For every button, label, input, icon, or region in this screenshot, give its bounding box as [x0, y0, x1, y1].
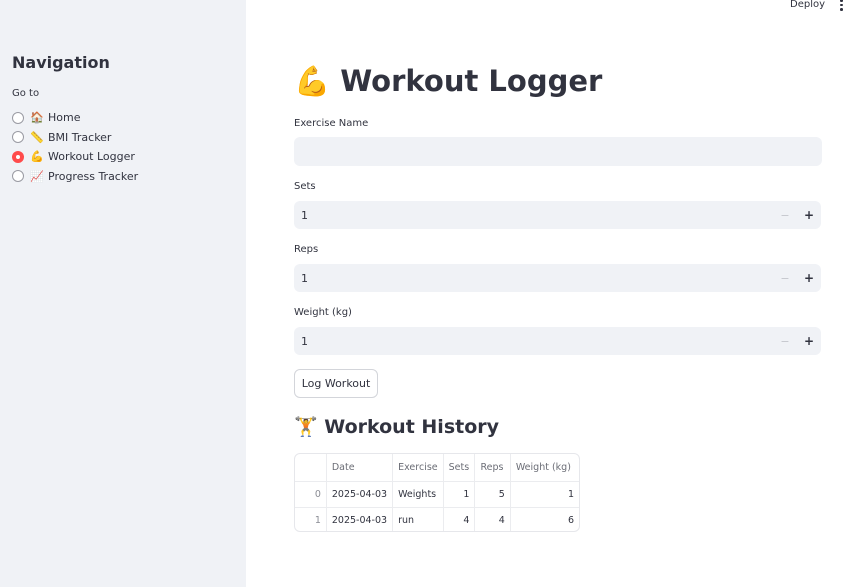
page-title: 💪 Workout Logger [294, 64, 602, 99]
cell-date[interactable]: 2025-04-03 [326, 481, 394, 508]
kebab-icon[interactable] [836, 0, 846, 12]
log-workout-button[interactable]: Log Workout [294, 369, 378, 398]
exercise-name-label: Exercise Name [294, 118, 369, 129]
cell-weight[interactable]: 1 [510, 481, 579, 508]
home-icon: 🏠 [30, 111, 44, 125]
reps-number-input[interactable]: 1 − + [294, 264, 821, 292]
weight-number-input[interactable]: 1 − + [294, 327, 821, 355]
cell-exercise[interactable]: run [392, 507, 444, 531]
reps-value[interactable]: 1 [301, 272, 773, 285]
cell-reps[interactable]: 5 [474, 481, 511, 508]
workout-history-heading: 🏋️ Workout History [294, 415, 499, 438]
radio-button[interactable] [12, 131, 24, 144]
navigation-radio-group: 🏠 Home 📏 BMI Tracker 💪 Workout Logger 📈 … [12, 108, 138, 186]
row-index: 0 [295, 481, 327, 508]
nav-option-bmi-tracker[interactable]: 📏 BMI Tracker [12, 128, 138, 148]
cell-weight[interactable]: 6 [510, 507, 579, 531]
increment-button[interactable]: + [797, 208, 821, 222]
nav-option-progress-tracker[interactable]: 📈 Progress Tracker [12, 167, 138, 187]
page-title-text: Workout Logger [340, 64, 603, 98]
radio-button[interactable] [12, 170, 24, 183]
sets-number-input[interactable]: 1 − + [294, 201, 821, 229]
flexed-biceps-icon: 💪 [294, 64, 331, 98]
table-header-row: Date Exercise Sets Reps Weight (kg) [295, 454, 579, 482]
workout-history-table[interactable]: Date Exercise Sets Reps Weight (kg) 0 20… [294, 453, 580, 532]
sidebar: Navigation Go to 🏠 Home 📏 BMI Tracker 💪 … [0, 0, 246, 587]
table-row: 1 2025-04-03 run 4 4 6 [295, 507, 579, 531]
weight-label: Weight (kg) [294, 307, 352, 318]
radio-button-selected[interactable] [12, 150, 24, 163]
decrement-button[interactable]: − [773, 335, 797, 348]
nav-option-workout-logger[interactable]: 💪 Workout Logger [12, 147, 138, 167]
exercise-name-input[interactable] [294, 137, 822, 166]
column-header-reps[interactable]: Reps [474, 454, 511, 482]
flexed-biceps-icon: 💪 [30, 150, 44, 164]
cell-date[interactable]: 2025-04-03 [326, 507, 394, 531]
cell-sets[interactable]: 4 [443, 507, 476, 531]
sets-label: Sets [294, 181, 316, 192]
decrement-button[interactable]: − [773, 209, 797, 222]
nav-option-label: Workout Logger [48, 150, 135, 164]
nav-option-label: Progress Tracker [48, 169, 139, 183]
radio-button[interactable] [12, 111, 24, 124]
increment-button[interactable]: + [797, 334, 821, 348]
chart-increasing-icon: 📈 [30, 169, 44, 183]
nav-option-label: BMI Tracker [48, 130, 112, 144]
nav-option-home[interactable]: 🏠 Home [12, 108, 138, 128]
sets-value[interactable]: 1 [301, 209, 773, 222]
column-header-index[interactable] [295, 454, 327, 482]
weight-value[interactable]: 1 [301, 335, 773, 348]
deploy-button[interactable]: Deploy [790, 0, 825, 10]
weight-lifter-icon: 🏋️ [294, 416, 318, 438]
column-header-sets[interactable]: Sets [443, 454, 476, 482]
table-row: 0 2025-04-03 Weights 1 5 1 [295, 481, 579, 508]
cell-exercise[interactable]: Weights [392, 481, 444, 508]
reps-label: Reps [294, 244, 319, 255]
row-index: 1 [295, 507, 327, 531]
radio-group-label: Go to [12, 88, 40, 99]
cell-reps[interactable]: 4 [474, 507, 511, 531]
ruler-icon: 📏 [30, 130, 44, 144]
increment-button[interactable]: + [797, 271, 821, 285]
nav-option-label: Home [48, 111, 81, 125]
cell-sets[interactable]: 1 [443, 481, 476, 508]
column-header-weight[interactable]: Weight (kg) [510, 454, 579, 482]
sidebar-title: Navigation [12, 53, 110, 72]
decrement-button[interactable]: − [773, 272, 797, 285]
workout-history-title: Workout History [324, 416, 500, 438]
column-header-date[interactable]: Date [326, 454, 394, 482]
column-header-exercise[interactable]: Exercise [392, 454, 444, 482]
